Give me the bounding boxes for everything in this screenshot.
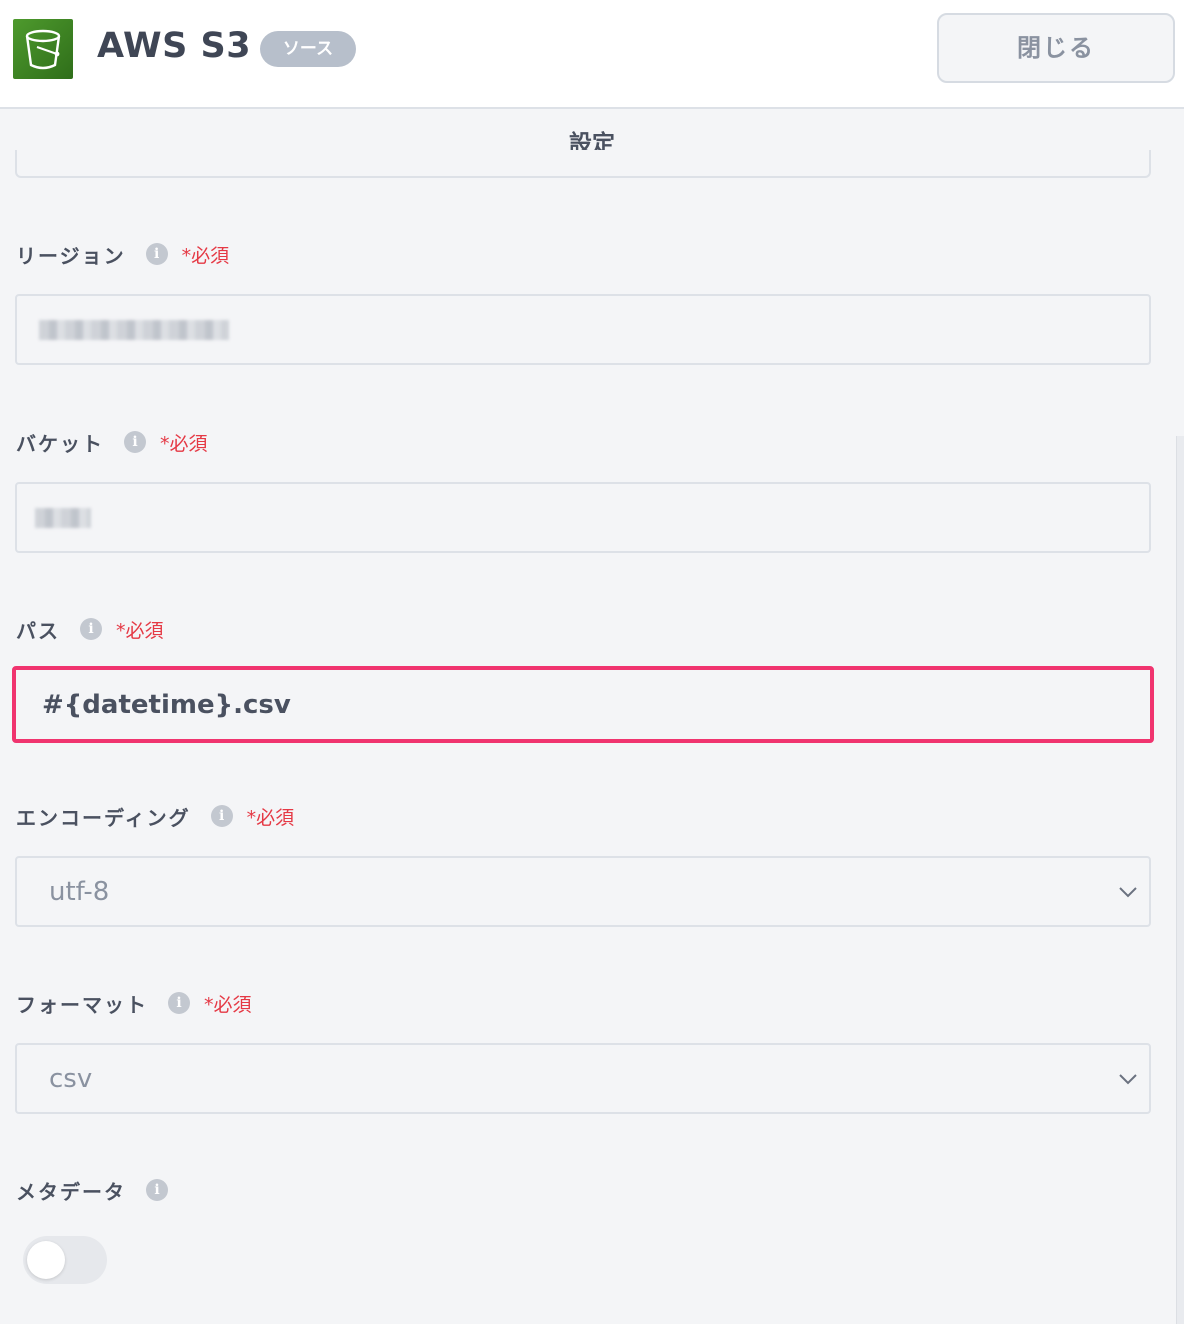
info-icon[interactable]: i (80, 618, 102, 640)
bucket-label-row: バケット i *必須 (16, 427, 208, 457)
region-label-row: リージョン i *必須 (16, 239, 229, 269)
encoding-select[interactable]: utf-8 (15, 856, 1151, 927)
format-label-row: フォーマット i *必須 (16, 988, 252, 1018)
encoding-label: エンコーディング (16, 805, 191, 830)
info-icon[interactable]: i (124, 431, 146, 453)
required-marker: *必須 (246, 806, 295, 829)
required-marker: *必須 (204, 993, 252, 1016)
required-marker: *必須 (181, 244, 230, 267)
previous-field-edge (15, 150, 1151, 178)
format-value: csv (49, 1063, 93, 1094)
path-value: #{datetime}.csv (42, 689, 291, 720)
scrollbar[interactable] (1176, 436, 1184, 1324)
format-label: フォーマット (16, 992, 148, 1017)
redacted-value (39, 319, 229, 340)
info-icon[interactable]: i (168, 992, 190, 1014)
info-icon[interactable]: i (145, 243, 168, 265)
region-label: リージョン (16, 243, 126, 268)
info-icon[interactable]: i (210, 805, 233, 827)
region-input[interactable] (15, 294, 1151, 365)
encoding-label-row: エンコーディング i *必須 (16, 801, 294, 831)
header: AWS S3 ソース 閉じる (0, 0, 1184, 109)
redacted-value (35, 507, 91, 528)
format-select[interactable]: csv (15, 1043, 1151, 1114)
bucket-input[interactable] (15, 482, 1151, 553)
toggle-knob (27, 1241, 65, 1279)
close-button[interactable]: 閉じる (937, 13, 1175, 83)
bucket-label: バケット (16, 431, 104, 456)
chevron-down-icon (1119, 1073, 1137, 1084)
info-icon[interactable]: i (146, 1179, 168, 1201)
required-marker: *必須 (160, 432, 208, 455)
path-label-row: パス i *必須 (16, 614, 164, 644)
metadata-label-row: メタデータ i (16, 1175, 168, 1205)
app-title: AWS S3 (97, 26, 252, 66)
metadata-toggle[interactable] (23, 1236, 107, 1284)
encoding-value: utf-8 (49, 876, 110, 907)
path-label: パス (16, 618, 60, 643)
source-badge: ソース (260, 31, 356, 67)
chevron-down-icon (1119, 886, 1137, 897)
path-input[interactable]: #{datetime}.csv (12, 666, 1154, 743)
required-marker: *必須 (116, 619, 164, 642)
s3-bucket-icon (13, 19, 73, 79)
metadata-label: メタデータ (16, 1179, 126, 1204)
